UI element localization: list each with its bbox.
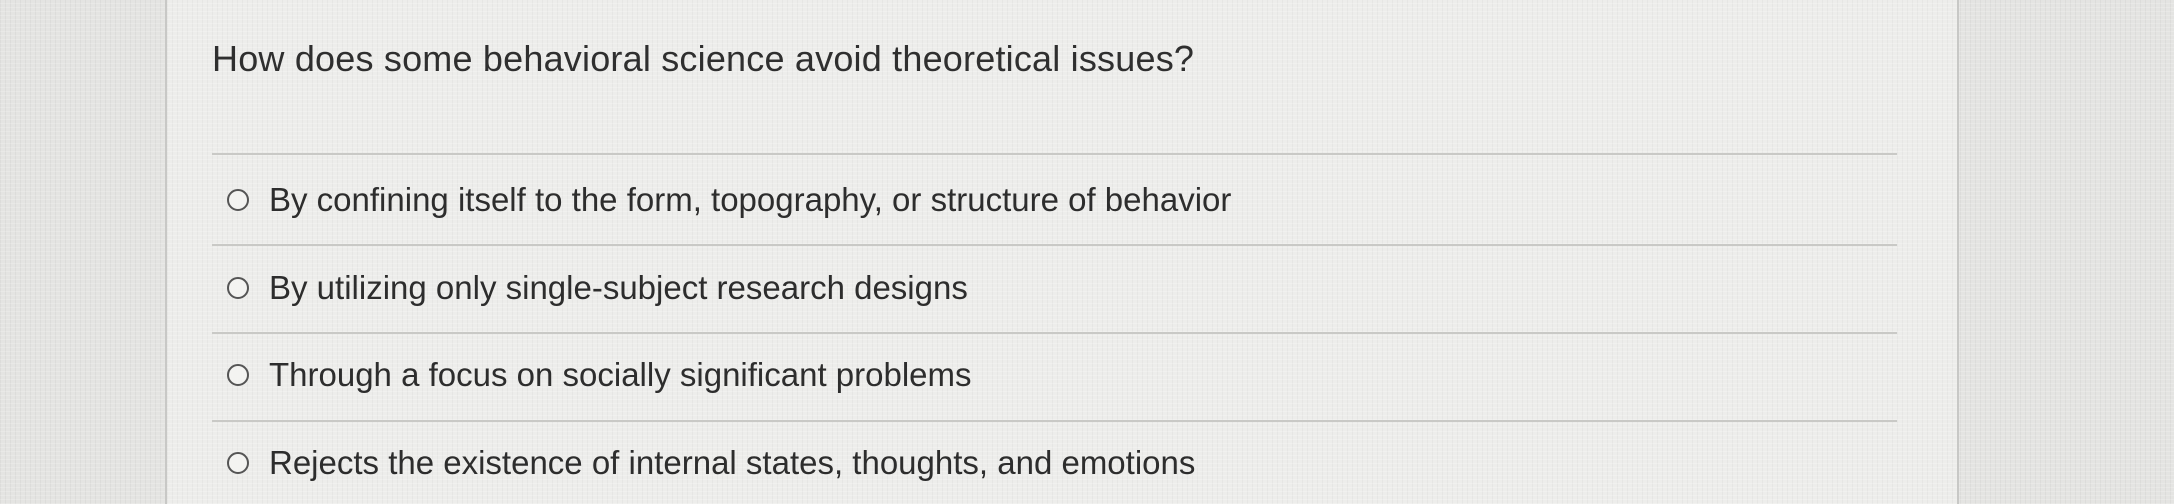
option-divider xyxy=(212,244,1897,246)
radio-button[interactable] xyxy=(227,277,249,299)
answer-option-label: By confining itself to the form, topogra… xyxy=(269,181,1232,218)
answer-option-4[interactable]: Rejects the existence of internal states… xyxy=(227,433,1195,493)
answer-option-label: By utilizing only single-subject researc… xyxy=(269,269,968,306)
radio-button[interactable] xyxy=(227,364,249,386)
option-divider xyxy=(212,420,1897,422)
answer-option-3[interactable]: Through a focus on socially significant … xyxy=(227,345,972,405)
option-divider xyxy=(212,332,1897,334)
quiz-page: How does some behavioral science avoid t… xyxy=(0,0,2174,504)
answer-option-2[interactable]: By utilizing only single-subject researc… xyxy=(227,258,968,318)
question-divider xyxy=(212,153,1897,155)
radio-button[interactable] xyxy=(227,189,249,211)
answer-option-label: Rejects the existence of internal states… xyxy=(269,444,1196,481)
question-card: How does some behavioral science avoid t… xyxy=(165,0,1959,504)
answer-option-label: Through a focus on socially significant … xyxy=(269,356,972,393)
question-text: How does some behavioral science avoid t… xyxy=(212,38,1195,79)
radio-button[interactable] xyxy=(227,452,249,474)
answer-option-1[interactable]: By confining itself to the form, topogra… xyxy=(227,170,1231,230)
